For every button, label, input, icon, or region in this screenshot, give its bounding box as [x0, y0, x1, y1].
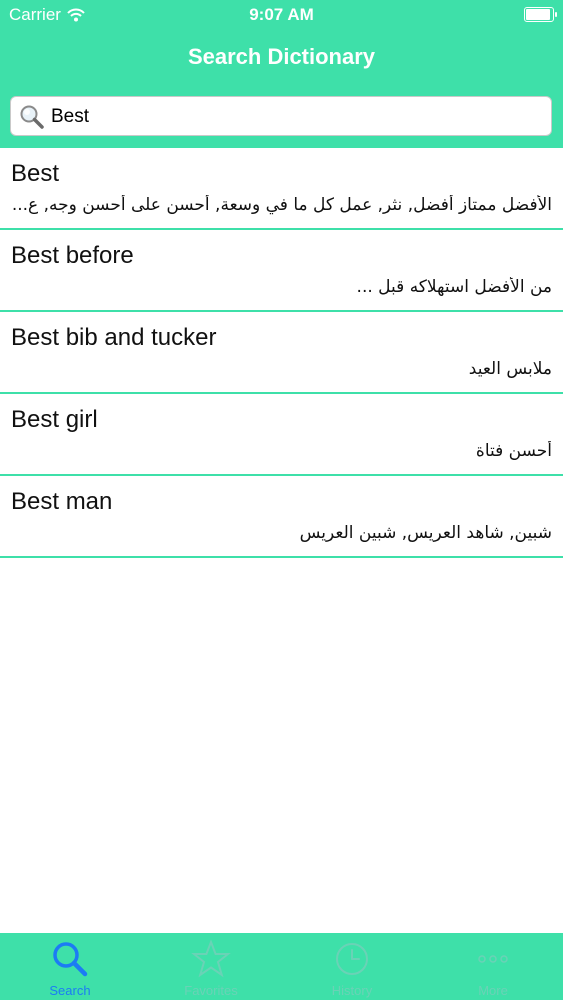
tab-label: Favorites: [184, 983, 238, 998]
search-bar[interactable]: [10, 96, 552, 136]
tab-history[interactable]: History: [282, 933, 422, 1000]
tab-search[interactable]: Search: [0, 933, 140, 1000]
result-translation: أحسن فتاة: [475, 441, 552, 461]
search-icon: [53, 942, 88, 977]
result-term: Best bib and tucker: [11, 324, 217, 351]
result-term: Best girl: [11, 406, 98, 433]
result-term: Best: [11, 160, 60, 187]
header: Carrier 9:07 AM Search Dictionary: [0, 0, 563, 148]
tab-favorites[interactable]: Favorites: [141, 933, 281, 1000]
more-icon: [478, 955, 508, 963]
status-bar: Carrier 9:07 AM: [0, 0, 563, 30]
page-title: Search Dictionary: [187, 44, 376, 69]
battery-fill: [526, 9, 550, 20]
result-translation: من الأفضل استهلاكه قبل ...: [356, 277, 552, 297]
result-translation: الأفضل ممتاز أفضل, نثر, عمل كل ما في وسع…: [12, 195, 552, 215]
clock-icon: [336, 943, 368, 975]
magnifier-icon: [20, 105, 44, 129]
result-row[interactable]: Best bib and tucker ملابس العيد: [0, 312, 563, 394]
tab-label: Search: [49, 983, 91, 998]
tab-bar: Search Favorites History More: [0, 933, 563, 1000]
result-row[interactable]: Best الأفضل ممتاز أفضل, نثر, عمل كل ما ف…: [0, 148, 563, 230]
results-list: Best الأفضل ممتاز أفضل, نثر, عمل كل ما ف…: [0, 148, 563, 558]
result-row[interactable]: Best girl أحسن فتاة: [0, 394, 563, 476]
result-term: Best before: [11, 242, 134, 269]
star-icon: [191, 939, 231, 978]
clock-time: 9:07 AM: [249, 5, 314, 24]
result-translation: ملابس العيد: [468, 359, 552, 379]
tab-more[interactable]: More: [423, 933, 563, 1000]
tab-label: History: [331, 983, 373, 998]
tab-label: More: [478, 983, 508, 998]
result-row[interactable]: Best before من الأفضل استهلاكه قبل ...: [0, 230, 563, 312]
battery-icon: [524, 7, 557, 22]
search-input[interactable]: [51, 101, 541, 133]
result-term: Best man: [11, 488, 113, 515]
result-translation: شبين, شاهد العريس, شبين العريس: [299, 523, 552, 543]
result-row[interactable]: Best man شبين, شاهد العريس, شبين العريس: [0, 476, 563, 558]
